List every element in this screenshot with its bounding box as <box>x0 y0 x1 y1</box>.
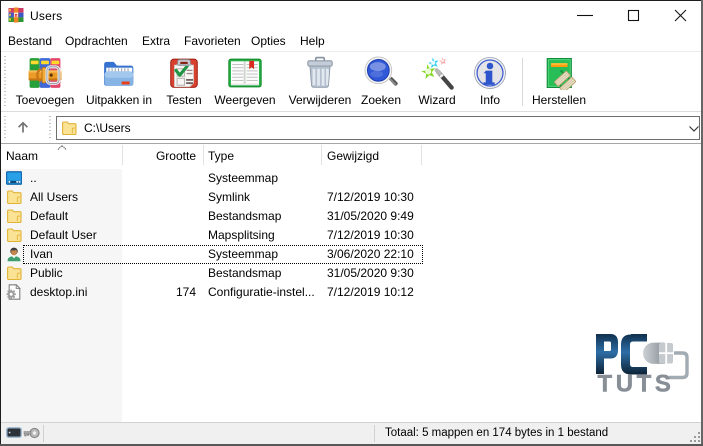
svg-text:TUTS: TUTS <box>597 371 674 398</box>
